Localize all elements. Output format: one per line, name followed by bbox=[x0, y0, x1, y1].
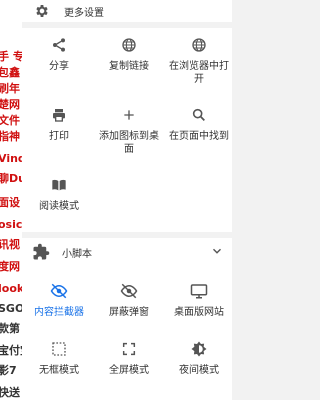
desktop-site-label: 桌面版网站 bbox=[174, 307, 224, 318]
globe-icon bbox=[190, 36, 208, 54]
content-blocker-label: 内容拦截器 bbox=[34, 307, 84, 318]
frameless-mode-toggle[interactable]: 无框模式 bbox=[24, 340, 94, 377]
gear-icon bbox=[36, 5, 48, 17]
share-button[interactable]: 分享 bbox=[24, 36, 94, 73]
add-to-home-label: 添加图标到桌 面 bbox=[99, 131, 159, 155]
search-icon bbox=[190, 106, 208, 124]
puzzle-icon bbox=[33, 243, 50, 260]
find-in-page-label: 在页面中找到 bbox=[169, 131, 229, 142]
more-settings-label: 更多设置 bbox=[64, 7, 104, 19]
background-text: 快送 bbox=[0, 386, 20, 399]
print-icon bbox=[50, 106, 68, 124]
block-popups-toggle[interactable]: 屏蔽弹窗 bbox=[94, 282, 164, 319]
book-icon bbox=[50, 176, 68, 194]
find-in-page-button[interactable]: 在页面中找到 bbox=[164, 106, 232, 143]
frame-icon bbox=[50, 340, 68, 358]
fullscreen-mode-label: 全屏模式 bbox=[109, 365, 149, 376]
background-text: 讯视 bbox=[0, 238, 20, 251]
background-text: 指神 bbox=[0, 130, 20, 143]
night-mode-label: 夜间模式 bbox=[179, 365, 219, 376]
scripts-section-header[interactable]: 小脚本 bbox=[22, 238, 232, 266]
add-to-home-button[interactable]: 添加图标到桌 面 bbox=[94, 106, 164, 156]
scripts-section-title: 小脚本 bbox=[62, 248, 92, 260]
share-icon bbox=[50, 36, 68, 54]
more-settings-item[interactable]: 更多设置 bbox=[22, 0, 232, 22]
copy-link-label: 复制链接 bbox=[109, 61, 149, 72]
print-label: 打印 bbox=[49, 131, 69, 142]
eye-off-icon bbox=[50, 282, 68, 300]
background-text: 影7 bbox=[0, 364, 17, 377]
divider bbox=[22, 22, 232, 28]
print-button[interactable]: 打印 bbox=[24, 106, 94, 143]
reader-mode-label: 阅读模式 bbox=[39, 201, 79, 212]
block-popups-label: 屏蔽弹窗 bbox=[109, 307, 149, 318]
desktop-site-toggle[interactable]: 桌面版网站 bbox=[164, 282, 232, 319]
copy-link-button[interactable]: 复制链接 bbox=[94, 36, 164, 73]
browser-menu-sheet: 更多设置 分享 复制链接 在浏览器中打 开 打印 添加图标到桌 面 在页面中找到… bbox=[22, 0, 232, 400]
open-in-browser-button[interactable]: 在浏览器中打 开 bbox=[164, 36, 232, 86]
monitor-icon bbox=[190, 282, 208, 300]
background-text: 面设 bbox=[0, 196, 20, 209]
share-label: 分享 bbox=[49, 61, 69, 72]
fullscreen-icon bbox=[120, 340, 138, 358]
background-text: 款第 bbox=[0, 322, 20, 335]
background-text: SGO bbox=[0, 302, 25, 315]
content-blocker-toggle[interactable]: 内容拦截器 bbox=[24, 282, 94, 319]
chevron-down-icon[interactable] bbox=[210, 244, 224, 258]
background-text: look bbox=[0, 282, 25, 295]
fullscreen-mode-toggle[interactable]: 全屏模式 bbox=[94, 340, 164, 377]
background-text: 度网 bbox=[0, 260, 20, 273]
reader-mode-button[interactable]: 阅读模式 bbox=[24, 176, 94, 213]
eye-off-icon bbox=[120, 282, 138, 300]
frameless-mode-label: 无框模式 bbox=[39, 365, 79, 376]
globe-icon bbox=[120, 36, 138, 54]
plus-icon bbox=[120, 106, 138, 124]
night-icon bbox=[190, 340, 208, 358]
open-in-browser-label: 在浏览器中打 开 bbox=[169, 61, 229, 85]
night-mode-toggle[interactable]: 夜间模式 bbox=[164, 340, 232, 377]
